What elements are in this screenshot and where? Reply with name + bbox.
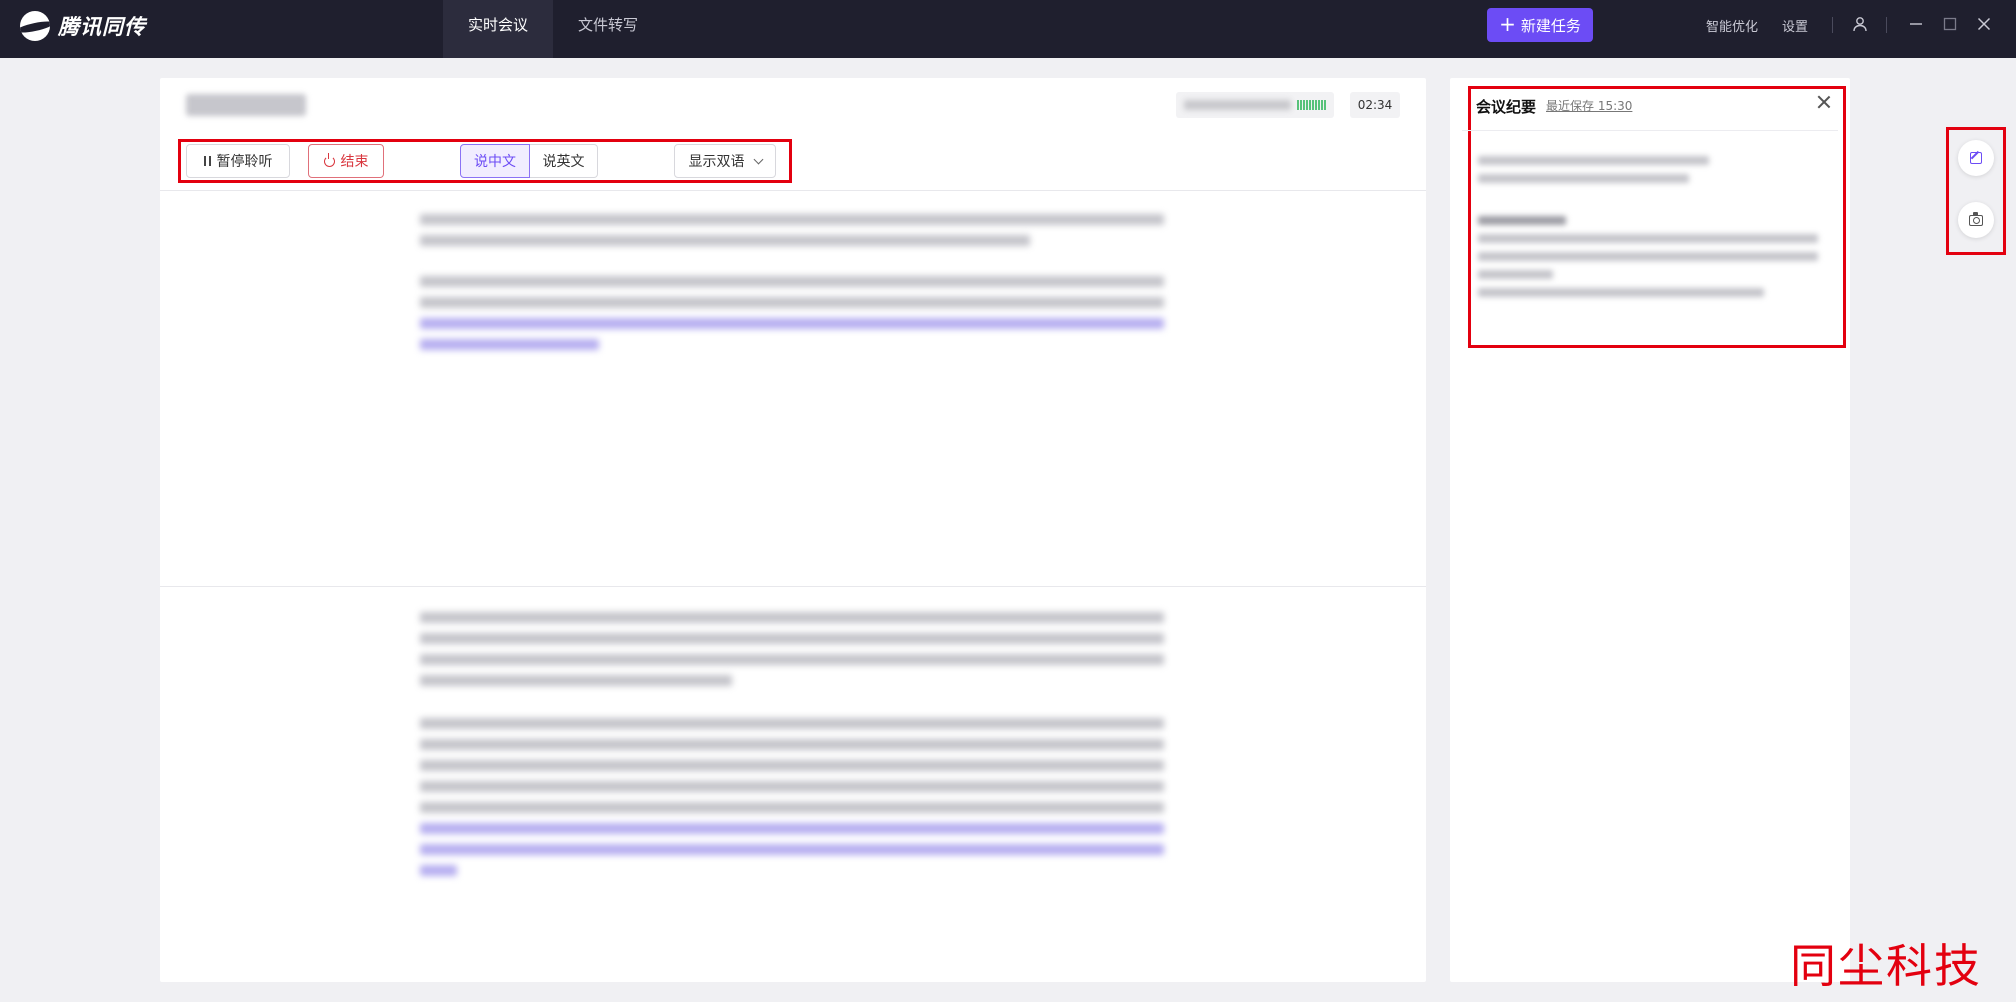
- minimize-icon[interactable]: [1904, 12, 1928, 36]
- edit-icon: [1970, 152, 1982, 164]
- last-saved-label: 最近保存 15:30: [1546, 99, 1633, 113]
- pause-icon: [203, 156, 211, 166]
- transcript-panel: ████ ██████ ███ ██████ 02:34 暂停聆听 结束 说中文…: [160, 78, 1426, 982]
- power-icon: [323, 152, 335, 167]
- close-window-icon[interactable]: [1972, 12, 1996, 36]
- app-name: 腾讯同传: [58, 15, 146, 39]
- chevron-down-icon: [753, 154, 763, 164]
- watermark: 同尘科技: [1790, 939, 1982, 993]
- app-logo: 腾讯同传: [20, 11, 146, 41]
- smart-optimize-link[interactable]: 智能优化: [1706, 16, 1758, 35]
- meeting-timer: 02:34: [1350, 92, 1400, 118]
- status-text: ███ ██████: [1184, 100, 1291, 110]
- minutes-panel: 会议纪要 最近保存 15:30: [1450, 78, 1850, 982]
- maximize-icon[interactable]: [1938, 12, 1962, 36]
- edit-minutes-button[interactable]: [1958, 140, 1994, 176]
- connection-status: ███ ██████: [1176, 92, 1334, 118]
- user-icon[interactable]: [1848, 12, 1872, 36]
- speak-english-label: 说英文: [542, 154, 585, 170]
- tab-live-meeting[interactable]: 实时会议: [443, 0, 553, 58]
- logo-icon: [20, 11, 50, 41]
- divider: [160, 586, 1426, 587]
- transcript-paragraph: [420, 276, 1164, 360]
- new-task-button[interactable]: + 新建任务: [1487, 8, 1593, 42]
- plus-icon: +: [1499, 12, 1516, 36]
- top-bar: 腾讯同传 实时会议 文件转写 + 新建任务 智能优化 设置: [0, 0, 2016, 58]
- pause-label: 暂停聆听: [216, 154, 273, 170]
- display-mode-select[interactable]: 显示双语: [674, 144, 776, 178]
- display-mode-label: 显示双语: [688, 154, 745, 170]
- pause-listening-button[interactable]: 暂停聆听: [186, 144, 290, 178]
- camera-icon: [1969, 211, 1983, 226]
- transcript-paragraph: [420, 214, 1164, 256]
- speak-chinese-label: 说中文: [474, 154, 516, 170]
- screenshot-button[interactable]: [1958, 202, 1994, 238]
- settings-link[interactable]: 设置: [1782, 16, 1808, 35]
- end-label: 结束: [340, 154, 369, 170]
- speak-english-button[interactable]: 说英文: [530, 144, 598, 178]
- tab-label: 实时会议: [467, 16, 528, 34]
- close-icon[interactable]: [1814, 92, 1834, 112]
- minutes-content: [1478, 156, 1818, 192]
- meeting-title: ████ ██████: [186, 94, 306, 116]
- divider: [1832, 17, 1833, 33]
- tab-label: 文件转写: [577, 16, 638, 34]
- new-task-label: 新建任务: [1520, 16, 1581, 35]
- divider: [1462, 130, 1838, 131]
- tab-file-transcription[interactable]: 文件转写: [553, 0, 663, 58]
- divider: [160, 190, 1426, 191]
- translation-paragraph: [420, 718, 1164, 886]
- minutes-title: 会议纪要: [1476, 98, 1537, 116]
- speak-chinese-button[interactable]: 说中文: [460, 144, 530, 178]
- end-button[interactable]: 结束: [308, 144, 384, 178]
- audio-level-icon: [1297, 100, 1326, 110]
- translation-paragraph: [420, 612, 1164, 696]
- minutes-content: [1478, 216, 1818, 306]
- divider: [1886, 17, 1887, 33]
